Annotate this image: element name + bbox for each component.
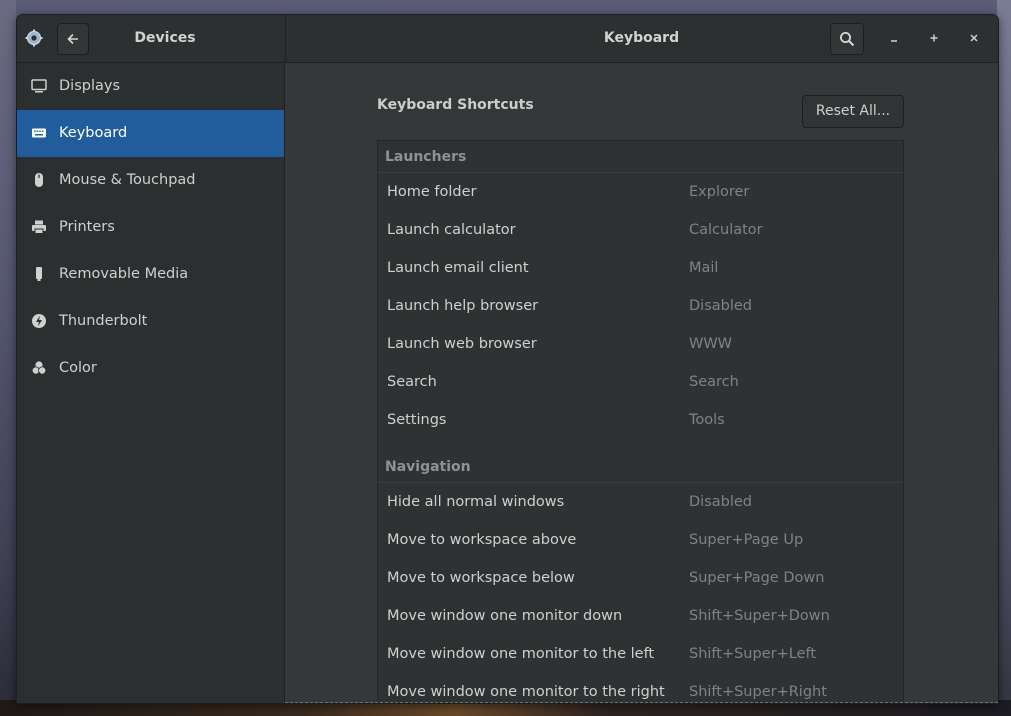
shortcut-row[interactable]: Home folder Explorer (378, 173, 903, 211)
shortcut-row[interactable]: Search Search (378, 363, 903, 401)
shortcut-accel: Disabled (689, 298, 752, 314)
close-icon (970, 34, 978, 42)
settings-window: Devices Keyboard Displays Keyboard Mouse… (16, 14, 999, 704)
shortcut-accel: Explorer (689, 184, 750, 200)
shortcut-accel: Calculator (689, 222, 763, 238)
sidebar-item-label: Color (59, 360, 97, 376)
sidebar-item-label: Keyboard (59, 125, 128, 141)
shortcuts-list: Launchers Home folder Explorer Launch ca… (377, 140, 904, 703)
shortcut-row[interactable]: Settings Tools (378, 401, 903, 439)
shortcut-name: Move window one monitor to the right (387, 684, 665, 700)
minimize-button[interactable] (883, 27, 905, 49)
shortcut-name: Launch help browser (387, 298, 539, 314)
minimize-icon (891, 40, 897, 42)
shortcut-name: Home folder (387, 184, 477, 200)
shortcut-row[interactable]: Move to workspace above Super+Page Up (378, 521, 903, 559)
display-icon (31, 79, 47, 93)
settings-gear-icon (25, 29, 43, 47)
sidebar-item-thunderbolt[interactable]: Thunderbolt (17, 298, 284, 345)
shortcut-name: Launch email client (387, 260, 529, 276)
shortcut-name: Move window one monitor to the left (387, 646, 655, 662)
sidebar-item-label: Removable Media (59, 266, 189, 282)
shortcut-name: Launch web browser (387, 336, 537, 352)
sidebar-item-label: Thunderbolt (59, 313, 148, 329)
headerbar: Devices Keyboard (17, 15, 998, 63)
close-button[interactable] (963, 27, 985, 49)
shortcut-accel: Tools (689, 412, 725, 428)
shortcut-name: Search (387, 374, 437, 390)
shortcut-row[interactable]: Move window one monitor to the right Shi… (378, 673, 903, 703)
sidebar-item-keyboard[interactable]: Keyboard (17, 110, 284, 157)
shortcut-row[interactable]: Launch email client Mail (378, 249, 903, 287)
arrow-left-icon (67, 33, 78, 45)
sidebar-item-color[interactable]: Color (17, 345, 284, 392)
sidebar-item-label: Displays (59, 78, 121, 94)
shortcut-row[interactable]: Hide all normal windows Disabled (378, 483, 903, 521)
mouse-icon (35, 173, 43, 187)
shortcut-name: Hide all normal windows (387, 494, 565, 510)
shortcut-row[interactable]: Launch calculator Calculator (378, 211, 903, 249)
shortcut-name: Move to workspace above (387, 532, 577, 548)
shortcut-row[interactable]: Move window one monitor to the left Shif… (378, 635, 903, 673)
back-button[interactable] (57, 23, 89, 55)
sidebar-item-mouse-touchpad[interactable]: Mouse & Touchpad (17, 157, 284, 204)
shortcut-accel: Super+Page Up (689, 532, 804, 548)
thunderbolt-icon (32, 314, 46, 328)
sidebar-title: Devices (134, 30, 196, 46)
shortcut-name: Launch calculator (387, 222, 516, 238)
desktop-background-right (997, 0, 1011, 716)
sidebar-item-printers[interactable]: Printers (17, 204, 284, 251)
headerbar-sidebar-section: Devices (17, 15, 286, 62)
shortcut-row[interactable]: Move to workspace below Super+Page Down (378, 559, 903, 597)
group-header-launchers: Launchers (378, 141, 903, 173)
shortcut-accel: Super+Page Down (689, 570, 825, 586)
main-content: Keyboard Shortcuts Reset All... Launcher… (285, 63, 998, 703)
section-title: Keyboard Shortcuts (377, 97, 534, 113)
shortcut-accel: Search (689, 374, 739, 390)
group-header-navigation: Navigation (378, 451, 903, 483)
shortcut-row[interactable]: Launch web browser WWW (378, 325, 903, 363)
shortcut-row[interactable]: Move window one monitor down Shift+Super… (378, 597, 903, 635)
shortcut-name: Settings (387, 412, 447, 428)
shortcut-accel: WWW (689, 336, 733, 352)
usb-media-icon (36, 267, 42, 281)
sidebar-item-label: Printers (59, 219, 115, 235)
sidebar-item-removable-media[interactable]: Removable Media (17, 251, 284, 298)
desktop-background-left (0, 0, 16, 716)
shortcut-accel: Disabled (689, 494, 752, 510)
shortcut-accel: Shift+Super+Down (689, 608, 830, 624)
sidebar-item-label: Mouse & Touchpad (59, 172, 196, 188)
shortcut-row[interactable]: Launch help browser Disabled (378, 287, 903, 325)
reset-all-button[interactable]: Reset All... (802, 95, 904, 128)
search-icon (840, 32, 855, 47)
maximize-button[interactable] (923, 27, 945, 49)
shortcut-accel: Shift+Super+Left (689, 646, 817, 662)
scroll-edge-indicator (285, 702, 998, 703)
keyboard-icon (32, 128, 46, 138)
maximize-icon (930, 34, 938, 42)
color-icon (31, 361, 47, 375)
shortcut-name: Move window one monitor down (387, 608, 623, 624)
sidebar-item-displays[interactable]: Displays (17, 63, 284, 110)
shortcut-accel: Mail (689, 260, 719, 276)
shortcut-accel: Shift+Super+Right (689, 684, 827, 700)
search-button[interactable] (830, 23, 864, 55)
shortcut-name: Move to workspace below (387, 570, 575, 586)
printer-icon (32, 220, 46, 234)
sidebar: Displays Keyboard Mouse & Touchpad Print… (17, 63, 285, 703)
